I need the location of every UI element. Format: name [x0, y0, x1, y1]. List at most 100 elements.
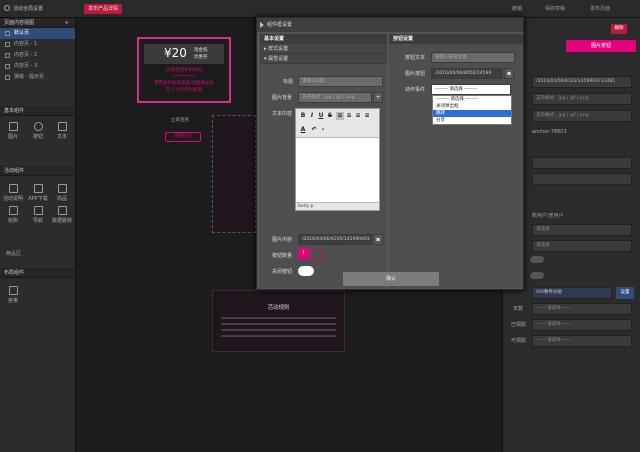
- confirm-button[interactable]: 确认: [343, 272, 439, 286]
- used-select[interactable]: ------ 请选择 ------: [532, 319, 632, 331]
- page-checkbox-icon[interactable]: [5, 31, 10, 36]
- action-select[interactable]: -------- 请选择 --------: [431, 84, 511, 95]
- toggle-switch[interactable]: [530, 256, 544, 263]
- text-icon: [57, 122, 67, 131]
- close-button-label: 关闭按钮: [272, 269, 293, 275]
- tool-button[interactable]: 按钮: [28, 122, 48, 140]
- bold-icon[interactable]: B: [299, 112, 307, 120]
- coupon-message: 已发放到手机号码 ********** 使用该手机号登录/注册商品会 在个人卡券…: [153, 68, 214, 93]
- tool-product[interactable]: 商品: [52, 184, 72, 202]
- dropdown-option[interactable]: -------- 请选择 --------: [433, 96, 511, 103]
- button-image-input[interactable]: /2016/04/06/8050/14599: [431, 68, 503, 79]
- activity-components-title: 活动组件: [0, 166, 75, 176]
- gear-icon[interactable]: [4, 5, 10, 11]
- rules-text-placeholder: [221, 317, 336, 319]
- undo-icon[interactable]: ↶: [310, 126, 318, 134]
- tool-app-download[interactable]: APP下载: [28, 184, 48, 202]
- rich-text-editor[interactable]: B I U S ≡ ≡ ≡ ≡ A ↶ - body p: [295, 108, 380, 211]
- align-right-icon[interactable]: ≡: [354, 112, 362, 120]
- coupon-amount: ¥20: [164, 46, 187, 60]
- dialog-title: 组件框设置: [267, 22, 293, 28]
- page-checkbox-icon[interactable]: [5, 42, 10, 47]
- left-panel: 页面内容视图 + 默认页 内容页 - 1 内容页 - 2 内容页 - 3 弹窗 …: [0, 18, 76, 452]
- toggle-switch[interactable]: [530, 272, 544, 279]
- right-format-input[interactable]: 支持格式：jpg | gif | png: [532, 110, 632, 122]
- image-bg-input[interactable]: 支持格式：jpg | gif | png: [298, 92, 372, 103]
- days-select[interactable]: ------ 请选择 ------: [532, 303, 632, 315]
- image-content-input[interactable]: /2016/04/06/6295/145990493: [298, 234, 372, 245]
- right-select[interactable]: 请选择: [532, 240, 632, 252]
- available-label: 可领取: [511, 338, 527, 344]
- button-text-input[interactable]: 请输入按钮文本: [431, 52, 515, 63]
- rules-title: 活动规则: [267, 305, 290, 311]
- tool-text[interactable]: 文本: [52, 122, 72, 140]
- strike-icon[interactable]: S: [326, 112, 334, 120]
- publish-details-button[interactable]: 发布产品详情: [84, 4, 122, 14]
- page-item[interactable]: 内容页 - 2: [0, 50, 75, 61]
- view-link[interactable]: 立即查看: [171, 117, 189, 123]
- align-center-icon[interactable]: ≡: [345, 112, 353, 120]
- trash-icon[interactable]: ▪: [373, 234, 383, 245]
- page-item[interactable]: 内容页 - 1: [0, 39, 75, 50]
- nav-icon: [33, 206, 43, 215]
- button-image-label: 图片按钮: [405, 71, 426, 77]
- page-item[interactable]: 默认页: [0, 28, 75, 39]
- page-item[interactable]: 内容页 - 3: [0, 61, 75, 72]
- trash-icon[interactable]: ▪: [504, 68, 514, 79]
- button-settings-title: 按钮设置: [389, 34, 523, 44]
- attr-settings-section[interactable]: ▾ 属性设置: [260, 54, 387, 64]
- page-checkbox-icon[interactable]: [5, 75, 10, 80]
- right-empty-input[interactable]: [532, 173, 632, 185]
- style-settings-section[interactable]: ▸ 样式设置: [260, 44, 387, 54]
- right-select[interactable]: 请选择: [532, 224, 632, 236]
- image-content-label: 图片内容: [272, 237, 293, 243]
- link-icon[interactable]: -: [319, 126, 327, 134]
- title-input[interactable]: 请输入标题: [298, 76, 383, 87]
- button-count-selected[interactable]: 1: [298, 248, 309, 259]
- align-left-icon[interactable]: ≡: [336, 112, 344, 120]
- action-dropdown-list: -------- 请选择 -------- 关闭弹出框 跳转 分享: [432, 95, 512, 125]
- set-button[interactable]: 设置: [616, 287, 634, 299]
- global-settings-link[interactable]: 活动全局设置: [13, 5, 43, 12]
- add-image-icon[interactable]: +: [373, 92, 383, 103]
- available-select[interactable]: ------ 请选择 ------: [532, 335, 632, 347]
- button-count-option[interactable]: [311, 248, 322, 259]
- banner-preview: [212, 115, 256, 233]
- tab-image-button[interactable]: 图片按钮: [566, 40, 636, 52]
- text-color-icon[interactable]: A: [299, 126, 307, 134]
- underline-icon[interactable]: U: [317, 112, 325, 120]
- align-justify-icon[interactable]: ≡: [363, 112, 371, 120]
- days-label: 天数: [513, 306, 524, 312]
- use-coupon-button[interactable]: 去用红包: [165, 132, 201, 142]
- save-draft-button[interactable]: 保存草稿: [545, 5, 565, 12]
- user-type-label: 新用户/老用户: [532, 213, 564, 219]
- right-format-input[interactable]: 支持格式：jpg | gif | png: [532, 93, 632, 105]
- page-checkbox-icon[interactable]: [5, 53, 10, 58]
- layout-components-title: 布局组件: [0, 268, 75, 278]
- tool-grid[interactable]: 宫格: [3, 286, 23, 304]
- circle-button-icon: [33, 122, 43, 131]
- action-label: 动作事件: [405, 87, 426, 93]
- tool-activity-desc[interactable]: 活动说明: [3, 184, 23, 202]
- image-bg-label: 图片背景: [272, 95, 293, 101]
- dropdown-option[interactable]: 关闭弹出框: [433, 103, 511, 110]
- close-button-toggle[interactable]: [298, 266, 314, 276]
- tool-image[interactable]: 图片: [3, 122, 23, 140]
- tool-nav[interactable]: 导航: [28, 206, 48, 224]
- page-item[interactable]: 弹窗 - 提示页: [0, 72, 75, 83]
- add-page-icon[interactable]: +: [65, 18, 69, 28]
- page-checkbox-icon[interactable]: [5, 64, 10, 69]
- event-group-select[interactable]: VUI事件分组: [532, 287, 612, 299]
- coupon-box: ¥20 现金抵 优惠券: [144, 44, 224, 64]
- tool-data-jump[interactable]: 数据跳转: [52, 206, 72, 224]
- right-empty-input[interactable]: [532, 157, 632, 169]
- delete-button[interactable]: 删除: [611, 24, 627, 34]
- dropdown-option[interactable]: 分享: [433, 117, 511, 124]
- right-image-input[interactable]: /2016/04/06/6123/1459904731481: [532, 76, 632, 88]
- undo-button[interactable]: 撤销: [512, 5, 522, 12]
- dropdown-option[interactable]: 跳转: [433, 110, 511, 117]
- rush-icon: [8, 206, 18, 215]
- italic-icon[interactable]: I: [308, 112, 316, 120]
- tool-rush[interactable]: 抢购: [3, 206, 23, 224]
- publish-page-button[interactable]: 发布页面: [590, 5, 610, 12]
